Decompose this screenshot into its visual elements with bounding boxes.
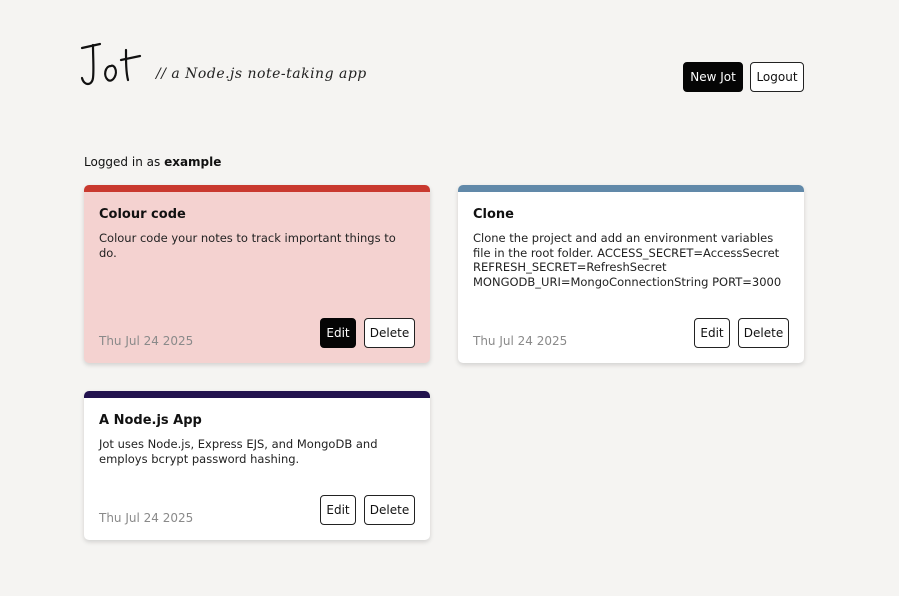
jot-logo[interactable] <box>78 40 148 90</box>
edit-button[interactable]: Edit <box>694 318 730 348</box>
delete-button[interactable]: Delete <box>738 318 789 348</box>
jot-logo-mark <box>80 42 142 86</box>
note-body: Colour code your notes to track importan… <box>99 231 396 260</box>
note-actions: Edit Delete <box>320 318 415 348</box>
logout-button[interactable]: Logout <box>750 62 804 92</box>
note-card: A Node.js App Jot uses Node.js, Express … <box>84 391 430 540</box>
login-status: Logged in as example <box>84 155 221 169</box>
note-actions: Edit Delete <box>694 318 789 348</box>
note-color-bar <box>84 185 430 192</box>
note-color-bar <box>84 391 430 398</box>
delete-button[interactable]: Delete <box>364 495 415 525</box>
note-actions: Edit Delete <box>320 495 415 525</box>
note-body: Jot uses Node.js, Express EJS, and Mongo… <box>99 437 378 466</box>
login-status-prefix: Logged in as <box>84 155 161 169</box>
edit-button[interactable]: Edit <box>320 318 356 348</box>
note-color-bar <box>458 185 804 192</box>
app-tagline: // a Node.js note-taking app <box>156 66 367 82</box>
note-title: A Node.js App <box>99 413 202 428</box>
note-title: Clone <box>473 207 514 222</box>
note-body: Clone the project and add an environment… <box>473 231 782 289</box>
note-date: Thu Jul 24 2025 <box>99 334 194 348</box>
delete-button[interactable]: Delete <box>364 318 415 348</box>
note-card: Colour code Colour code your notes to tr… <box>84 185 430 363</box>
note-date: Thu Jul 24 2025 <box>99 511 194 525</box>
edit-button[interactable]: Edit <box>320 495 356 525</box>
header-actions: New Jot Logout <box>683 62 804 92</box>
new-jot-button[interactable]: New Jot <box>683 62 743 92</box>
note-card: Clone Clone the project and add an envir… <box>458 185 804 363</box>
note-date: Thu Jul 24 2025 <box>473 334 568 348</box>
note-title: Colour code <box>99 207 186 222</box>
page: // a Node.js note-taking app New Jot Log… <box>0 0 899 596</box>
username: example <box>164 155 222 169</box>
